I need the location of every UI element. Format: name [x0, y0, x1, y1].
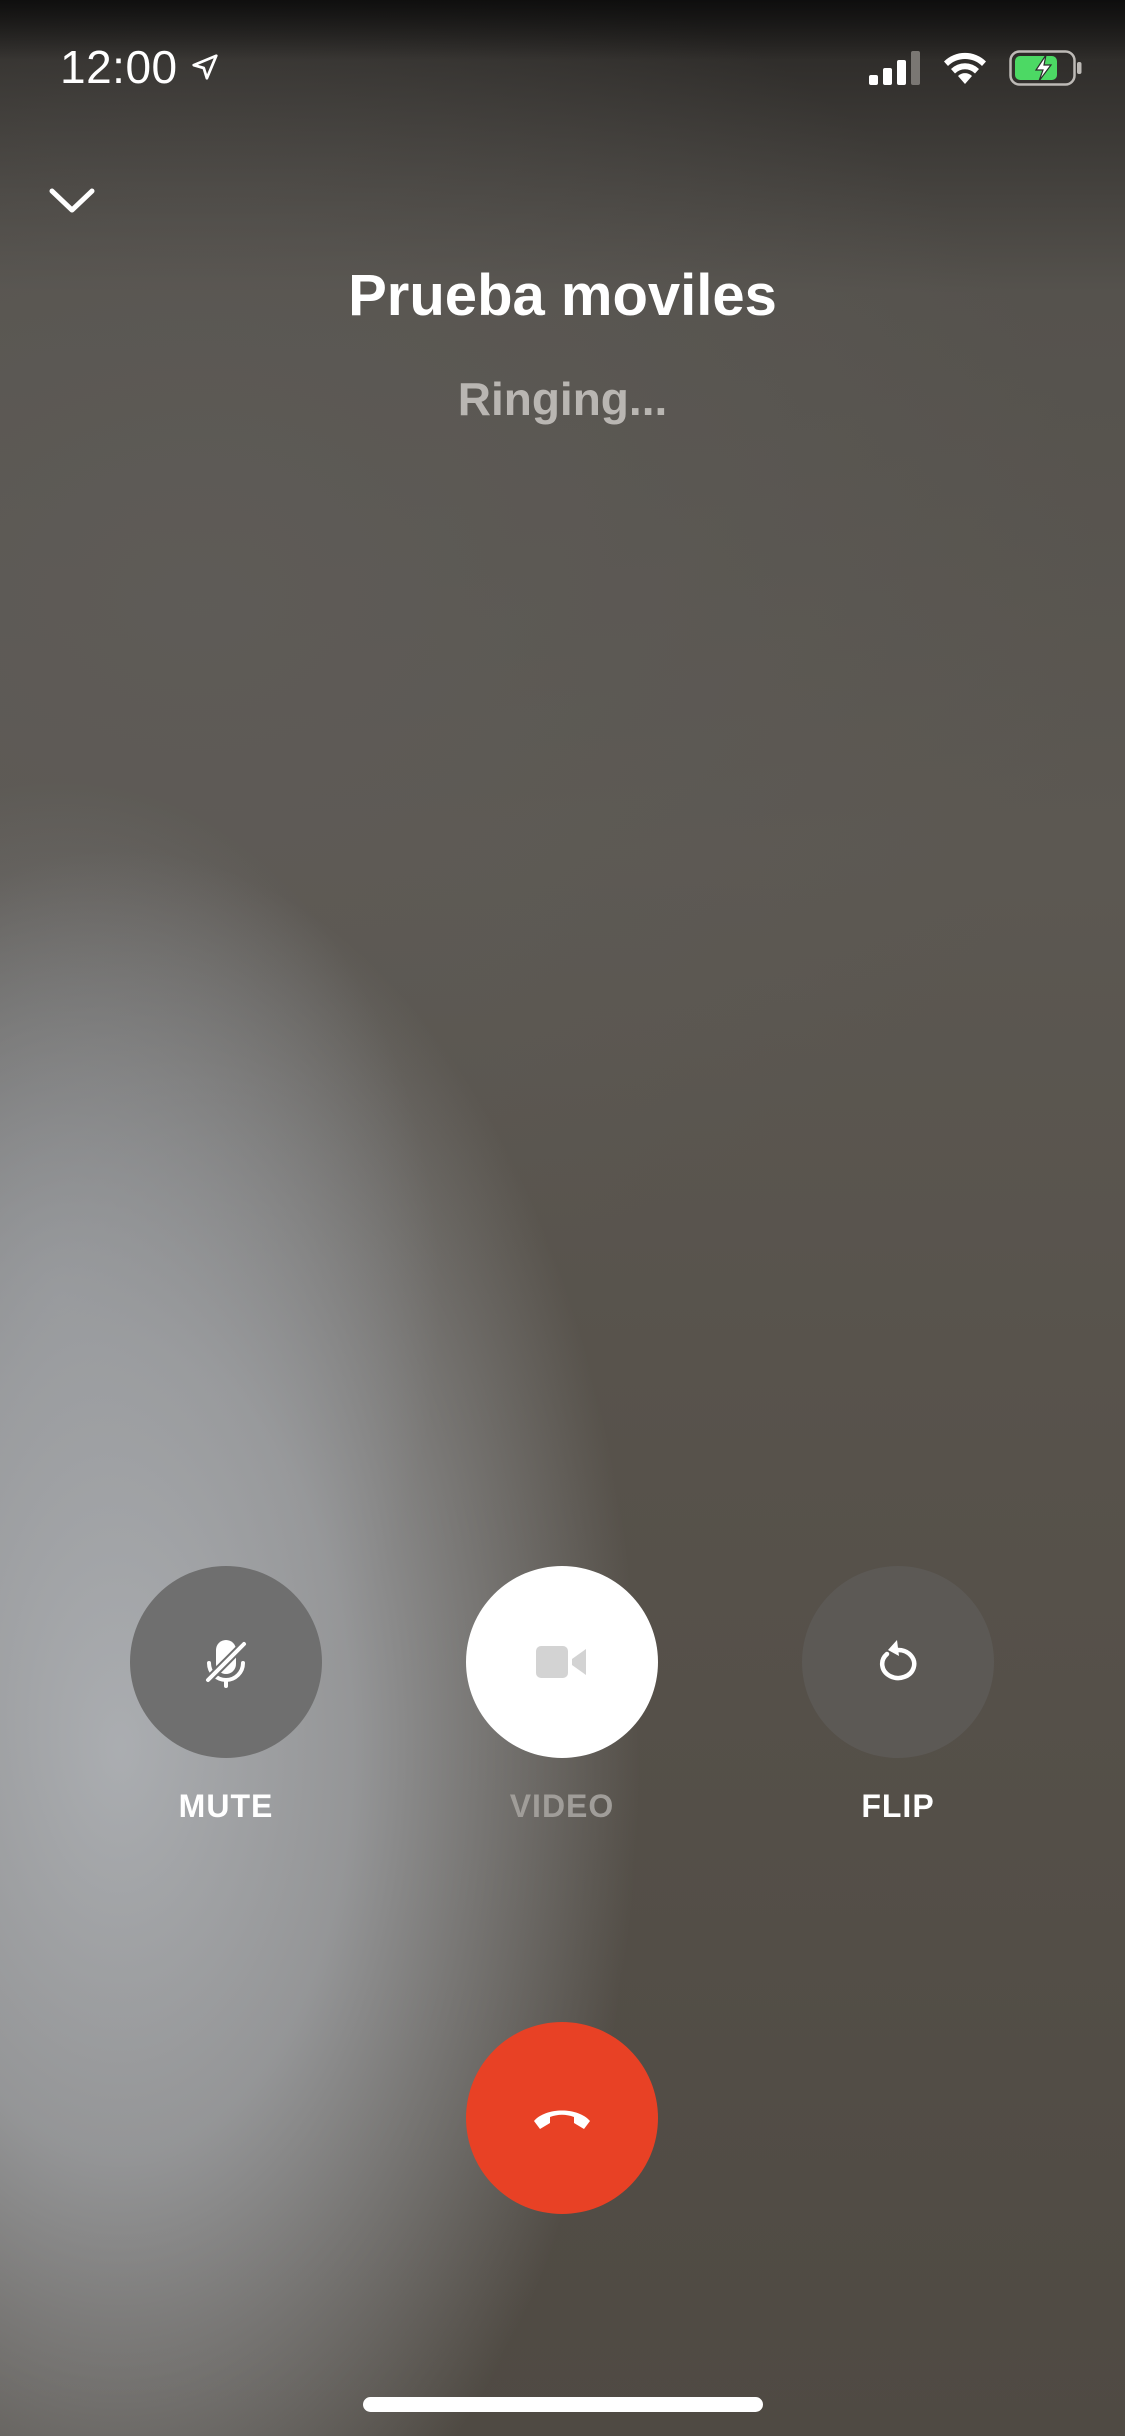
status-bar-indicators [869, 50, 1083, 86]
status-bar-time: 12:00 [60, 40, 220, 94]
mute-button[interactable] [130, 1566, 322, 1758]
wifi-icon [944, 52, 986, 84]
hang-up-icon [534, 2110, 590, 2129]
clock-text: 12:00 [60, 41, 178, 93]
video-button[interactable] [466, 1566, 658, 1758]
mute-label: MUTE [178, 1788, 274, 1824]
video-label: VIDEO [509, 1788, 615, 1824]
flip-control[interactable]: FLIP [802, 1566, 994, 1825]
contact-name: Prueba moviles [348, 263, 777, 328]
collapse-call-button[interactable] [42, 170, 102, 230]
flip-label: FLIP [861, 1788, 935, 1824]
end-call-button[interactable] [466, 2022, 658, 2214]
camera-flip-icon [879, 1640, 917, 1681]
battery-charging-icon [1009, 50, 1082, 86]
home-indicator[interactable] [363, 2397, 763, 2412]
cellular-signal-icon [869, 51, 920, 85]
video-camera-icon [536, 1646, 586, 1678]
flip-button[interactable] [802, 1566, 994, 1758]
chevron-down-icon [49, 188, 95, 213]
location-arrow-icon [192, 54, 218, 80]
mic-off-icon [204, 1640, 248, 1688]
video-control[interactable]: VIDEO [466, 1566, 658, 1825]
call-status-text: Ringing... [457, 373, 668, 425]
mute-control[interactable]: MUTE [130, 1566, 322, 1825]
